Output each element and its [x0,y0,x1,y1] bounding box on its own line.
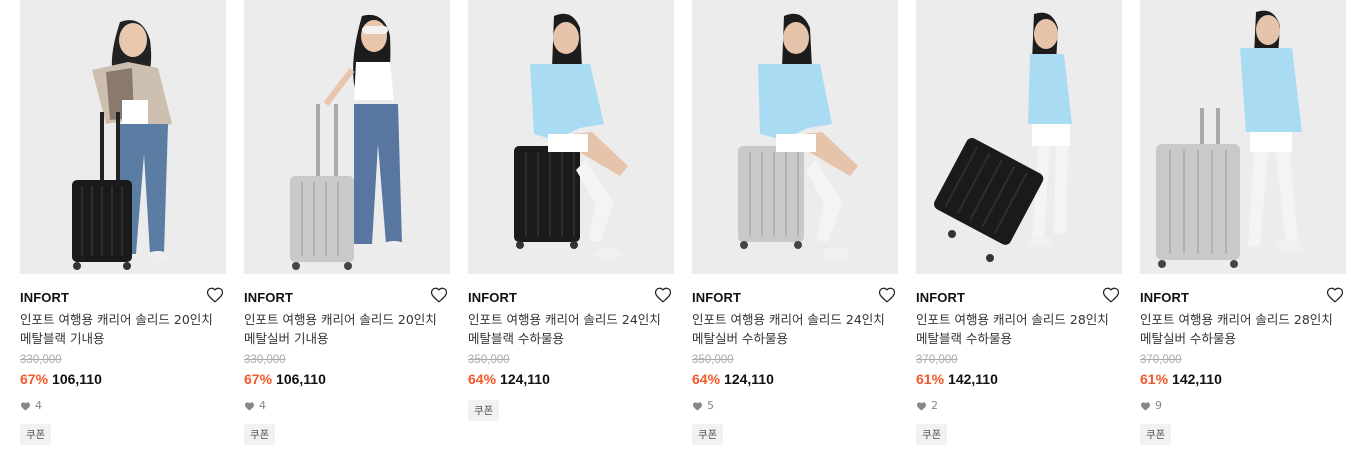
brand-name[interactable]: INFORT [468,290,517,305]
likes-count: 2 [916,399,938,412]
coupon-badge: 쿠폰 [916,424,948,445]
brand-name[interactable]: INFORT [244,290,293,305]
wishlist-heart-icon[interactable] [1102,286,1120,304]
heart-filled-icon [20,401,31,411]
wishlist-heart-icon[interactable] [878,286,896,304]
original-price: 350,000 [468,354,510,366]
price-row: 61% 142,110 [916,371,998,387]
sale-price: 106,110 [276,371,326,387]
price-row: 67% 106,110 [244,371,326,387]
discount-rate: 64% [692,371,721,387]
product-title[interactable]: 인포트 여행용 캐리어 솔리드 24인치 메탈실버 수하물용 [692,310,896,348]
heart-filled-icon [916,401,927,411]
suitcase-shape [290,176,354,262]
wishlist-heart-icon[interactable] [206,286,224,304]
sale-price: 142,110 [948,371,998,387]
product-title[interactable]: 인포트 여행용 캐리어 솔리드 28인치 메탈실버 수하물용 [1140,310,1344,348]
product-card[interactable]: INFORT 인포트 여행용 캐리어 솔리드 24인치 메탈블랙 수하물용 35… [468,0,674,456]
original-price: 370,000 [916,354,958,366]
price-row: 64% 124,110 [468,371,550,387]
heart-filled-icon [692,401,703,411]
likes-count: 9 [1140,399,1162,412]
likes-number: 9 [1155,399,1162,412]
discount-rate: 67% [20,371,49,387]
product-card[interactable]: INFORT 인포트 여행용 캐리어 솔리드 20인치 메탈블랙 기내용 330… [20,0,226,456]
discount-rate: 64% [468,371,497,387]
product-title[interactable]: 인포트 여행용 캐리어 솔리드 24인치 메탈블랙 수하물용 [468,310,672,348]
product-image[interactable] [916,0,1122,274]
original-price: 330,000 [20,354,62,366]
brand-name[interactable]: INFORT [916,290,965,305]
price-row: 64% 124,110 [692,371,774,387]
heart-filled-icon [1140,401,1151,411]
sale-price: 106,110 [52,371,102,387]
suitcase-shape [738,146,804,242]
sale-price: 142,110 [1172,371,1222,387]
likes-number: 5 [707,399,714,412]
coupon-badge: 쿠폰 [468,400,500,421]
discount-rate: 67% [244,371,273,387]
product-image[interactable] [692,0,898,274]
wishlist-heart-icon[interactable] [1326,286,1344,304]
product-image[interactable] [244,0,450,274]
coupon-badge: 쿠폰 [20,424,52,445]
discount-rate: 61% [1140,371,1169,387]
likes-number: 4 [259,399,266,412]
coupon-badge: 쿠폰 [244,424,276,445]
likes-number: 2 [931,399,938,412]
product-card[interactable]: INFORT 인포트 여행용 캐리어 솔리드 24인치 메탈실버 수하물용 35… [692,0,898,456]
product-card[interactable]: INFORT 인포트 여행용 캐리어 솔리드 20인치 메탈실버 기내용 330… [244,0,450,456]
brand-name[interactable]: INFORT [20,290,69,305]
price-row: 67% 106,110 [20,371,102,387]
product-card[interactable]: INFORT 인포트 여행용 캐리어 솔리드 28인치 메탈실버 수하물용 37… [1140,0,1346,456]
original-price: 330,000 [244,354,286,366]
price-row: 61% 142,110 [1140,371,1222,387]
wishlist-heart-icon[interactable] [430,286,448,304]
coupon-badge: 쿠폰 [1140,424,1172,445]
product-image[interactable] [468,0,674,274]
product-title[interactable]: 인포트 여행용 캐리어 솔리드 20인치 메탈실버 기내용 [244,310,448,348]
product-image[interactable] [1140,0,1346,274]
product-title[interactable]: 인포트 여행용 캐리어 솔리드 28인치 메탈블랙 수하물용 [916,310,1120,348]
original-price: 370,000 [1140,354,1182,366]
likes-count: 5 [692,399,714,412]
original-price: 350,000 [692,354,734,366]
suitcase-shape [514,146,580,242]
heart-filled-icon [244,401,255,411]
sale-price: 124,110 [500,371,550,387]
wishlist-heart-icon[interactable] [654,286,672,304]
product-grid: INFORT 인포트 여행용 캐리어 솔리드 20인치 메탈블랙 기내용 330… [0,0,1351,456]
likes-number: 4 [35,399,42,412]
sale-price: 124,110 [724,371,774,387]
coupon-badge: 쿠폰 [692,424,724,445]
likes-count: 4 [244,399,266,412]
brand-name[interactable]: INFORT [692,290,741,305]
product-title[interactable]: 인포트 여행용 캐리어 솔리드 20인치 메탈블랙 기내용 [20,310,224,348]
product-image[interactable] [20,0,226,274]
product-card[interactable]: INFORT 인포트 여행용 캐리어 솔리드 28인치 메탈블랙 수하물용 37… [916,0,1122,456]
likes-count: 4 [20,399,42,412]
discount-rate: 61% [916,371,945,387]
brand-name[interactable]: INFORT [1140,290,1189,305]
